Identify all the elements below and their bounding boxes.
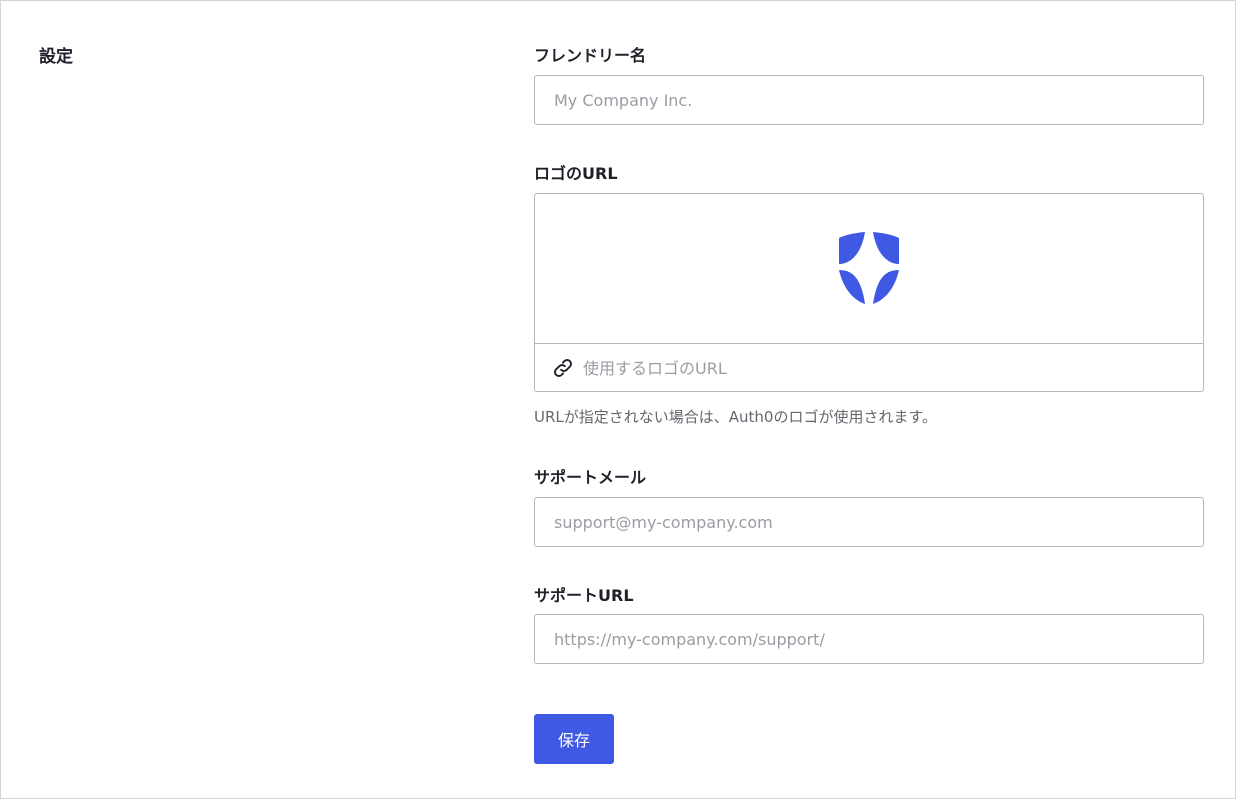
section-title: 設定 — [39, 47, 73, 67]
friendly-name-label: フレンドリー名 — [534, 46, 647, 65]
logo-url-label: ロゴのURL — [534, 164, 618, 183]
logo-preview — [535, 194, 1203, 344]
friendly-name-input[interactable] — [534, 75, 1204, 125]
logo-url-field — [534, 193, 1204, 392]
logo-url-help-text: URLが指定されない場合は、Auth0のロゴが使用されます。 — [534, 408, 937, 426]
support-url-input[interactable] — [534, 614, 1204, 664]
shield-logo-icon — [839, 232, 899, 304]
link-icon — [554, 359, 572, 377]
save-button[interactable]: 保存 — [534, 714, 614, 764]
support-email-label: サポートメール — [534, 468, 647, 487]
settings-panel: 設定 フレンドリー名 ロゴのURL URLが指定されない — [0, 0, 1236, 799]
support-url-label: サポートURL — [534, 586, 634, 605]
logo-url-row — [535, 344, 1203, 391]
support-email-input[interactable] — [534, 497, 1204, 547]
logo-url-input[interactable] — [583, 352, 1183, 384]
